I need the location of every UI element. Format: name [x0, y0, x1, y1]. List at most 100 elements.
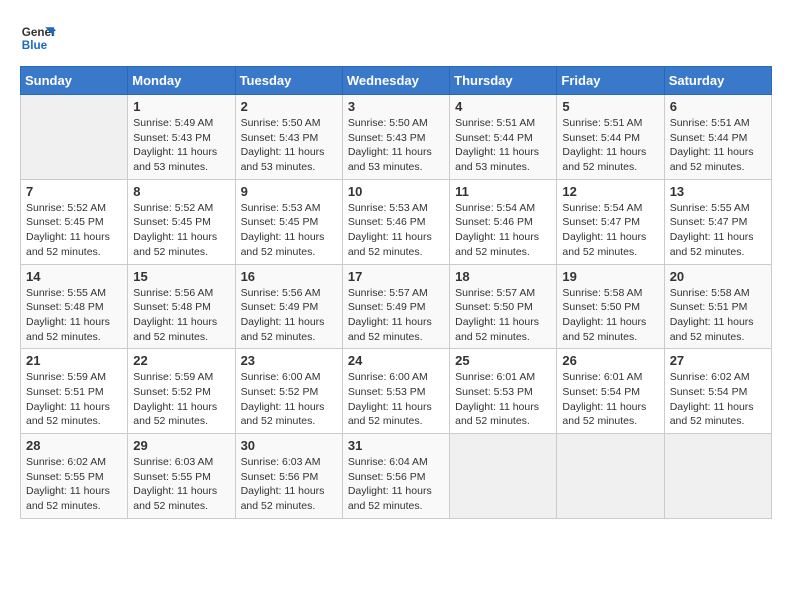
calendar-week-row: 1 Sunrise: 5:49 AM Sunset: 5:43 PM Daylig… — [21, 95, 772, 180]
calendar-cell: 21 Sunrise: 5:59 AM Sunset: 5:51 PM Dayli… — [21, 349, 128, 434]
calendar-week-row: 28 Sunrise: 6:02 AM Sunset: 5:55 PM Dayli… — [21, 434, 772, 519]
calendar-cell: 10 Sunrise: 5:53 AM Sunset: 5:46 PM Dayli… — [342, 179, 449, 264]
calendar-cell: 1 Sunrise: 5:49 AM Sunset: 5:43 PM Daylig… — [128, 95, 235, 180]
day-info: Sunrise: 5:58 AM Sunset: 5:50 PM Dayligh… — [562, 286, 658, 345]
svg-text:Blue: Blue — [22, 39, 48, 52]
day-info: Sunrise: 6:04 AM Sunset: 5:56 PM Dayligh… — [348, 455, 444, 514]
day-number: 27 — [670, 353, 766, 368]
day-info: Sunrise: 5:55 AM Sunset: 5:48 PM Dayligh… — [26, 286, 122, 345]
day-info: Sunrise: 6:03 AM Sunset: 5:55 PM Dayligh… — [133, 455, 229, 514]
calendar-cell: 17 Sunrise: 5:57 AM Sunset: 5:49 PM Dayli… — [342, 264, 449, 349]
calendar-cell: 25 Sunrise: 6:01 AM Sunset: 5:53 PM Dayli… — [450, 349, 557, 434]
calendar-cell: 6 Sunrise: 5:51 AM Sunset: 5:44 PM Daylig… — [664, 95, 771, 180]
calendar-table: SundayMondayTuesdayWednesdayThursdayFrid… — [20, 66, 772, 519]
day-number: 11 — [455, 184, 551, 199]
day-number: 21 — [26, 353, 122, 368]
logo-icon: General Blue — [20, 20, 56, 56]
day-info: Sunrise: 5:53 AM Sunset: 5:46 PM Dayligh… — [348, 201, 444, 260]
day-number: 6 — [670, 99, 766, 114]
calendar-cell: 19 Sunrise: 5:58 AM Sunset: 5:50 PM Dayli… — [557, 264, 664, 349]
calendar-cell: 28 Sunrise: 6:02 AM Sunset: 5:55 PM Dayli… — [21, 434, 128, 519]
calendar-cell: 16 Sunrise: 5:56 AM Sunset: 5:49 PM Dayli… — [235, 264, 342, 349]
day-number: 14 — [26, 269, 122, 284]
day-info: Sunrise: 5:58 AM Sunset: 5:51 PM Dayligh… — [670, 286, 766, 345]
day-number: 12 — [562, 184, 658, 199]
day-of-week-header: Friday — [557, 67, 664, 95]
calendar-cell: 4Sunrise: 5:51 AM Sunset: 5:44 PM Daylig… — [450, 95, 557, 180]
day-number: 31 — [348, 438, 444, 453]
calendar-cell — [557, 434, 664, 519]
day-info: Sunrise: 5:50 AM Sunset: 5:43 PM Dayligh… — [241, 116, 337, 175]
day-number: 16 — [241, 269, 337, 284]
day-number: 19 — [562, 269, 658, 284]
day-number: 15 — [133, 269, 229, 284]
calendar-cell: 9Sunrise: 5:53 AM Sunset: 5:45 PM Daylig… — [235, 179, 342, 264]
calendar-cell: 7Sunrise: 5:52 AM Sunset: 5:45 PM Daylig… — [21, 179, 128, 264]
day-info: Sunrise: 5:59 AM Sunset: 5:52 PM Dayligh… — [133, 370, 229, 429]
day-info: Sunrise: 5:54 AM Sunset: 5:47 PM Dayligh… — [562, 201, 658, 260]
day-info: Sunrise: 5:51 AM Sunset: 5:44 PM Dayligh… — [562, 116, 658, 175]
calendar-cell: 26 Sunrise: 6:01 AM Sunset: 5:54 PM Dayli… — [557, 349, 664, 434]
day-number: 23 — [241, 353, 337, 368]
calendar-cell: 11 Sunrise: 5:54 AM Sunset: 5:46 PM Dayli… — [450, 179, 557, 264]
calendar-cell: 12 Sunrise: 5:54 AM Sunset: 5:47 PM Dayli… — [557, 179, 664, 264]
day-info: Sunrise: 5:57 AM Sunset: 5:49 PM Dayligh… — [348, 286, 444, 345]
day-number: 28 — [26, 438, 122, 453]
day-info: Sunrise: 5:49 AM Sunset: 5:43 PM Dayligh… — [133, 116, 229, 175]
calendar-cell: 13 Sunrise: 5:55 AM Sunset: 5:47 PM Dayli… — [664, 179, 771, 264]
calendar-cell: 24Sunrise: 6:00 AM Sunset: 5:53 PM Dayli… — [342, 349, 449, 434]
day-number: 3 — [348, 99, 444, 114]
logo: General Blue — [20, 20, 56, 56]
day-info: Sunrise: 6:02 AM Sunset: 5:54 PM Dayligh… — [670, 370, 766, 429]
calendar-cell: 3 Sunrise: 5:50 AM Sunset: 5:43 PM Daylig… — [342, 95, 449, 180]
day-info: Sunrise: 5:56 AM Sunset: 5:49 PM Dayligh… — [241, 286, 337, 345]
day-number: 22 — [133, 353, 229, 368]
calendar-cell: 22 Sunrise: 5:59 AM Sunset: 5:52 PM Dayli… — [128, 349, 235, 434]
day-number: 9 — [241, 184, 337, 199]
calendar-cell — [450, 434, 557, 519]
day-info: Sunrise: 6:01 AM Sunset: 5:53 PM Dayligh… — [455, 370, 551, 429]
day-of-week-header: Sunday — [21, 67, 128, 95]
day-number: 10 — [348, 184, 444, 199]
day-number: 20 — [670, 269, 766, 284]
day-info: Sunrise: 5:56 AM Sunset: 5:48 PM Dayligh… — [133, 286, 229, 345]
day-number: 26 — [562, 353, 658, 368]
calendar-week-row: 21 Sunrise: 5:59 AM Sunset: 5:51 PM Dayli… — [21, 349, 772, 434]
day-info: Sunrise: 6:03 AM Sunset: 5:56 PM Dayligh… — [241, 455, 337, 514]
calendar-week-row: 7 Sunrise: 5:52 AM Sunset: 5:45 PM Daylig… — [21, 179, 772, 264]
day-number: 13 — [670, 184, 766, 199]
calendar-cell: 20 Sunrise: 5:58 AM Sunset: 5:51 PM Dayli… — [664, 264, 771, 349]
day-of-week-header: Wednesday — [342, 67, 449, 95]
calendar-cell: 18Sunrise: 5:57 AM Sunset: 5:50 PM Dayli… — [450, 264, 557, 349]
day-info: Sunrise: 6:00 AM Sunset: 5:53 PM Dayligh… — [348, 370, 444, 429]
day-info: Sunrise: 6:00 AM Sunset: 5:52 PM Dayligh… — [241, 370, 337, 429]
day-number: 7 — [26, 184, 122, 199]
day-info: Sunrise: 6:01 AM Sunset: 5:54 PM Dayligh… — [562, 370, 658, 429]
calendar-body: 1 Sunrise: 5:49 AM Sunset: 5:43 PM Daylig… — [21, 95, 772, 519]
day-info: Sunrise: 5:51 AM Sunset: 5:44 PM Dayligh… — [670, 116, 766, 175]
day-number: 17 — [348, 269, 444, 284]
calendar-week-row: 14 Sunrise: 5:55 AM Sunset: 5:48 PM Dayli… — [21, 264, 772, 349]
day-of-week-header: Monday — [128, 67, 235, 95]
day-number: 1 — [133, 99, 229, 114]
day-number: 8 — [133, 184, 229, 199]
day-number: 5 — [562, 99, 658, 114]
day-info: Sunrise: 5:50 AM Sunset: 5:43 PM Dayligh… — [348, 116, 444, 175]
day-info: Sunrise: 6:02 AM Sunset: 5:55 PM Dayligh… — [26, 455, 122, 514]
calendar-cell: 8 Sunrise: 5:52 AM Sunset: 5:45 PM Daylig… — [128, 179, 235, 264]
day-info: Sunrise: 5:51 AM Sunset: 5:44 PM Dayligh… — [455, 116, 551, 175]
header: General Blue — [20, 20, 772, 56]
day-info: Sunrise: 5:59 AM Sunset: 5:51 PM Dayligh… — [26, 370, 122, 429]
day-of-week-header: Tuesday — [235, 67, 342, 95]
calendar-cell: 23 Sunrise: 6:00 AM Sunset: 5:52 PM Dayli… — [235, 349, 342, 434]
day-number: 29 — [133, 438, 229, 453]
calendar-header-row: SundayMondayTuesdayWednesdayThursdayFrid… — [21, 67, 772, 95]
calendar-cell: 30 Sunrise: 6:03 AM Sunset: 5:56 PM Dayli… — [235, 434, 342, 519]
calendar-cell: 2Sunrise: 5:50 AM Sunset: 5:43 PM Daylig… — [235, 95, 342, 180]
day-info: Sunrise: 5:52 AM Sunset: 5:45 PM Dayligh… — [133, 201, 229, 260]
day-number: 25 — [455, 353, 551, 368]
calendar-cell: 27 Sunrise: 6:02 AM Sunset: 5:54 PM Dayli… — [664, 349, 771, 434]
day-number: 30 — [241, 438, 337, 453]
day-info: Sunrise: 5:54 AM Sunset: 5:46 PM Dayligh… — [455, 201, 551, 260]
day-info: Sunrise: 5:55 AM Sunset: 5:47 PM Dayligh… — [670, 201, 766, 260]
